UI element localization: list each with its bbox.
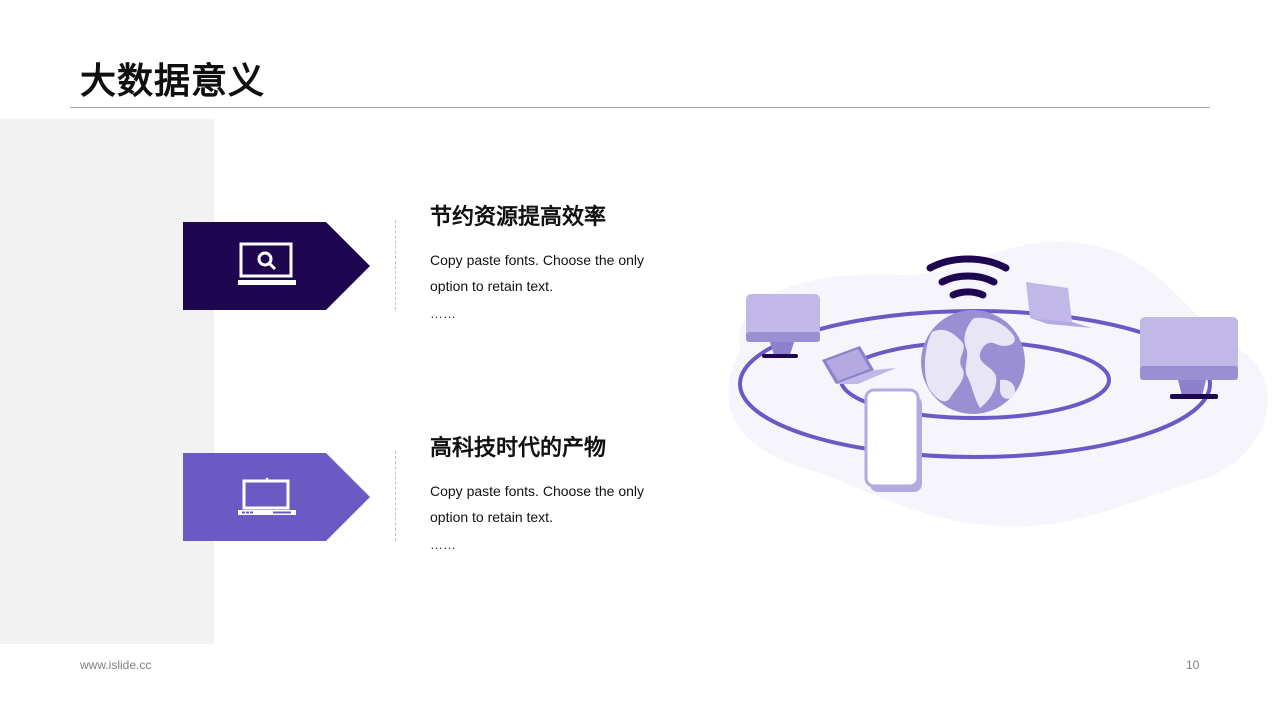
side-panel xyxy=(0,119,214,644)
item-1-badge xyxy=(183,222,370,310)
page-title: 大数据意义 xyxy=(80,61,266,102)
footer-url: www.islide.cc xyxy=(80,658,152,672)
smartphone-icon xyxy=(864,388,922,492)
item-2-badge xyxy=(183,453,370,541)
globe-icon xyxy=(921,310,1025,414)
title-divider xyxy=(70,107,1210,108)
item-2-divider xyxy=(395,451,396,541)
item-2-desc: Copy paste fonts. Choose the only option… xyxy=(430,483,645,525)
page-number: 10 xyxy=(1186,658,1200,672)
network-illustration xyxy=(700,230,1280,540)
item-1-desc: Copy paste fonts. Choose the only option… xyxy=(430,252,645,294)
item-2-title: 高科技时代的产物 xyxy=(430,436,607,461)
item-2-more: …… xyxy=(430,537,456,552)
item-1-title: 节约资源提高效率 xyxy=(430,205,607,230)
item-1-divider xyxy=(395,220,396,310)
item-1-more: …… xyxy=(430,306,456,321)
